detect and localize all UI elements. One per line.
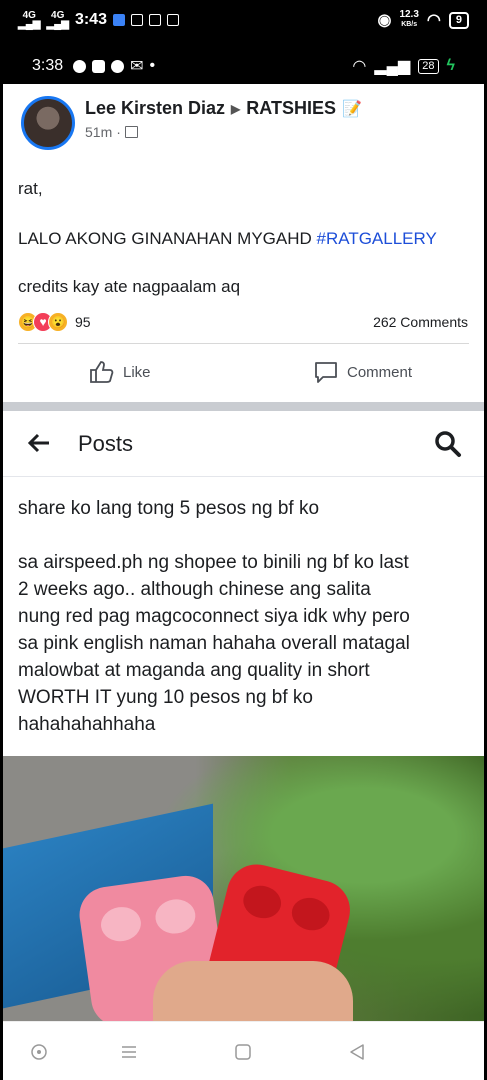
post-line-1: rat, [18,179,43,198]
charging-icon: ϟ [446,57,455,74]
gmail-status-icon: ✉ [130,58,144,75]
system-nav-bar [3,1021,484,1080]
wifi-icon: ◠ [426,12,441,29]
comment-bubble-icon [315,362,337,383]
outer-status-bar: 4G ▂▄▆ 4G ▂▄▆ 3:43 ◉ 12.3 KB/s ◠ 9 [0,0,487,40]
reaction-count: 95 [75,314,91,330]
outer-time: 3:43 [74,11,107,28]
square-icon [235,1044,251,1060]
posts-header: Posts [3,411,484,477]
wifi-icon-inner: ◠ [352,58,367,75]
inner-status-bar: 3:38 ✉ • ◠ ▂▄▆ 28 ϟ [0,48,487,84]
inner-time: 3:38 [32,57,64,74]
page-title: Posts [78,431,134,456]
signal-icon-inner: ▂▄▆ [374,58,411,75]
arrow-right-icon: ▶ [231,101,241,116]
wow-reaction-icon: 😮 [48,312,68,332]
post-meta: 51m · [85,124,138,140]
divider [18,343,469,344]
arrow-left-icon [27,433,49,453]
messenger-status-icon [111,59,125,73]
signal-icon-1: 4G ▂▄▆ [18,10,41,30]
section-separator [3,402,484,411]
nav-back-button[interactable] [347,1042,367,1062]
mail-notification-icon [166,14,179,26]
nav-menu-button[interactable] [119,1042,139,1062]
post-line-3: credits kay ate nagpaalam aq [18,277,241,296]
post-card: Lee Kirsten Diaz ▶ RATSHIES 📝 51m · rat,… [3,84,484,406]
nav-recent-button[interactable] [29,1042,49,1062]
hand [153,961,353,1021]
alarm-icon: ◉ [377,12,392,29]
battery-indicator: 9 [448,11,469,29]
shopee-status-icon [92,59,106,73]
instagram-notification-icon [148,14,161,26]
comment-button[interactable]: Comment [313,360,412,384]
group-name[interactable]: RATSHIES [246,98,336,119]
thumbs-up-icon [90,361,114,383]
nav-home-button[interactable] [233,1042,253,1062]
circle-dot-icon [31,1044,47,1060]
posts-screen: Posts share ko lang tong 5 pesos ng bf k… [3,411,484,1021]
signal-icon-2: 4G ▂▄▆ [46,10,69,30]
post-body-paragraph-2: sa airspeed.ph ng shopee to binili ng bf… [18,552,410,735]
comments-count[interactable]: 262 Comments [373,314,468,330]
search-icon [435,431,461,457]
menu-lines-icon [122,1046,136,1058]
memo-emoji: 📝 [341,100,362,118]
more-dot-icon: • [149,57,156,74]
reactions-summary[interactable]: 😆 ♥ 😮 95 [18,312,91,332]
group-privacy-icon [124,126,138,138]
facebook-status-icon [73,59,87,73]
search-button[interactable] [432,428,464,460]
battery-indicator-inner: 28 [418,58,439,74]
triangle-back-icon [350,1044,364,1060]
post-photo[interactable] [3,756,484,1021]
post-line-2: LALO AKONG GINANAHAN MYGAHD #RATGALLERY [18,229,437,248]
facebook-notification-icon [130,14,143,26]
back-button[interactable] [25,429,53,457]
app-notification-icon [112,14,125,26]
author-name[interactable]: Lee Kirsten Diaz [85,98,225,119]
hashtag-link[interactable]: #RATGALLERY [317,229,437,248]
net-speed: 12.3 KB/s [399,9,419,29]
like-button[interactable]: Like [89,360,151,384]
post-body-paragraph-1: share ko lang tong 5 pesos ng bf ko [18,498,320,519]
post-header: Lee Kirsten Diaz ▶ RATSHIES 📝 [85,98,362,119]
avatar[interactable] [21,96,75,150]
time-ago[interactable]: 51m [85,124,112,140]
